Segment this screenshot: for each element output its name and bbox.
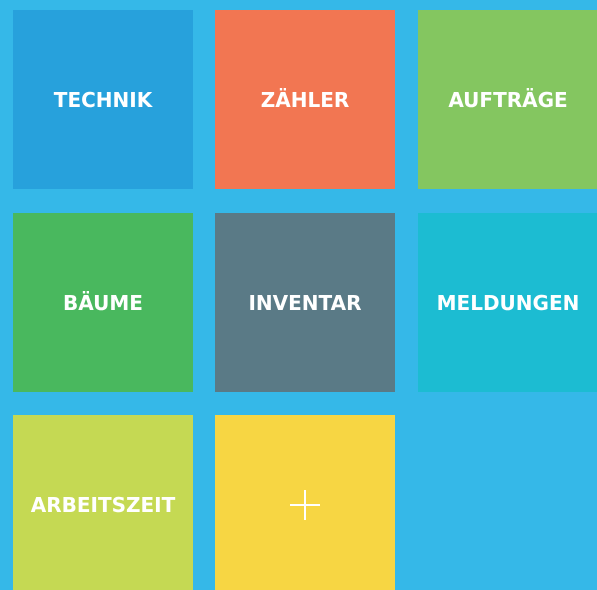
tile-baeume[interactable]: BÄUME xyxy=(13,213,193,392)
tile-label: MELDUNGEN xyxy=(436,290,580,315)
tile-label: TECHNIK xyxy=(53,87,153,112)
tile-meldungen[interactable]: MELDUNGEN xyxy=(418,213,597,392)
tile-label: ZÄHLER xyxy=(260,87,350,112)
add-tile-button[interactable] xyxy=(215,415,395,590)
tile-zaehler[interactable]: ZÄHLER xyxy=(215,10,395,189)
tile-label: AUFTRÄGE xyxy=(448,87,568,112)
tile-label: INVENTAR xyxy=(248,290,362,315)
plus-icon xyxy=(290,489,320,520)
tile-arbeitszeit[interactable]: ARBEITSZEIT xyxy=(13,415,193,590)
tile-label: BÄUME xyxy=(63,290,143,315)
tile-inventar[interactable]: INVENTAR xyxy=(215,213,395,392)
tile-auftraege[interactable]: AUFTRÄGE xyxy=(418,10,597,189)
tile-label: ARBEITSZEIT xyxy=(30,492,176,517)
tile-dashboard: TECHNIK ZÄHLER AUFTRÄGE BÄUME INVENTAR M… xyxy=(0,0,597,590)
tile-technik[interactable]: TECHNIK xyxy=(13,10,193,189)
